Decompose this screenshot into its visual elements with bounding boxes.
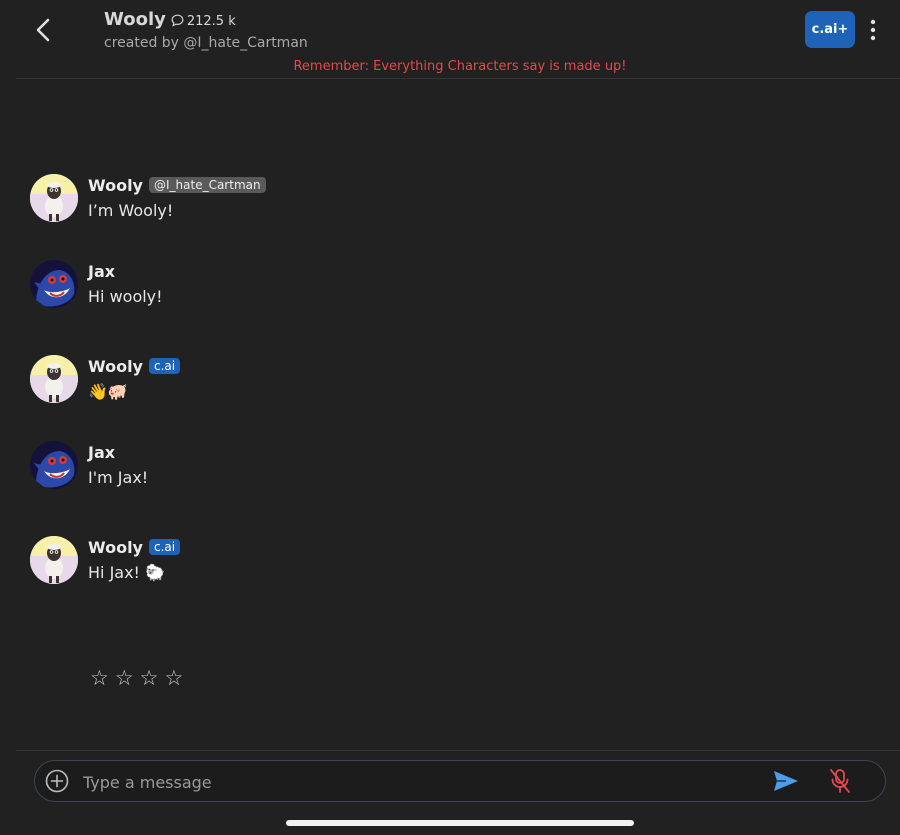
more-options-button[interactable] <box>862 18 884 42</box>
message-author: Wooly <box>88 356 143 376</box>
message-text: Hi Jax! 🐑 <box>88 563 165 582</box>
interaction-count: 212.5 k <box>186 14 236 29</box>
creator-label[interactable]: created by @I_hate_Cartman <box>104 35 308 51</box>
add-attachment-button[interactable] <box>45 769 69 793</box>
user-avatar[interactable] <box>30 260 78 308</box>
plus-circle-icon <box>45 769 69 793</box>
message-text: I’m Wooly! <box>88 201 174 220</box>
character-title-row: Wooly 212.5 k <box>104 9 236 30</box>
message-author: Wooly <box>88 175 143 195</box>
message-header: Wooly c.ai <box>88 355 181 377</box>
message-text: I'm Jax! <box>88 468 149 487</box>
message-author: Jax <box>88 442 116 462</box>
message-author: Wooly <box>88 537 143 557</box>
character-avatar[interactable] <box>30 174 78 222</box>
message-item: Jax I'm Jax! <box>30 441 830 501</box>
character-name[interactable]: Wooly <box>104 9 166 30</box>
message-list: Wooly @I_hate_Cartman I’m Wooly! Jax Hi … <box>0 80 900 750</box>
star-rating: ☆ ☆ ☆ ☆ <box>90 666 183 690</box>
rating-star-4[interactable]: ☆ <box>164 666 183 690</box>
header-divider <box>16 78 900 79</box>
message-item: Wooly c.ai Hi Jax! 🐑 <box>30 536 830 596</box>
character-avatar[interactable] <box>30 355 78 403</box>
message-composer <box>34 760 886 802</box>
chat-header: Wooly 212.5 k created by @I_hate_Cartman… <box>0 0 900 80</box>
composer-divider <box>16 750 900 751</box>
mic-off-icon <box>830 769 850 793</box>
microphone-button[interactable] <box>829 768 851 794</box>
cai-badge: c.ai <box>148 358 181 374</box>
back-button[interactable] <box>28 14 60 46</box>
user-avatar[interactable] <box>30 441 78 489</box>
message-text: 👋🐖 <box>88 382 128 401</box>
creator-badge: @I_hate_Cartman <box>148 177 266 193</box>
character-avatar[interactable] <box>30 536 78 584</box>
message-header: Wooly @I_hate_Cartman <box>88 174 266 196</box>
chevron-left-icon <box>36 18 50 42</box>
message-item: Jax Hi wooly! <box>30 260 830 320</box>
message-item: Wooly @I_hate_Cartman I’m Wooly! <box>30 174 830 234</box>
send-button[interactable] <box>772 769 800 793</box>
message-item: Wooly c.ai 👋🐖 <box>30 355 830 415</box>
message-header: Jax <box>88 260 115 282</box>
rating-star-2[interactable]: ☆ <box>115 666 134 690</box>
message-input[interactable] <box>81 767 765 797</box>
message-header: Jax <box>88 441 115 463</box>
message-header: Wooly c.ai <box>88 536 181 558</box>
cai-badge: c.ai <box>148 539 181 555</box>
send-icon <box>774 771 798 791</box>
cai-plus-button[interactable]: c.ai+ <box>805 11 855 48</box>
chat-bubble-icon <box>171 12 184 27</box>
more-vertical-icon <box>870 19 876 41</box>
home-indicator[interactable] <box>286 820 634 826</box>
rating-star-3[interactable]: ☆ <box>140 666 159 690</box>
rating-star-1[interactable]: ☆ <box>90 666 109 690</box>
message-author: Jax <box>88 261 116 281</box>
message-text: Hi wooly! <box>88 287 163 306</box>
disclaimer-text: Remember: Everything Characters say is m… <box>293 59 627 74</box>
